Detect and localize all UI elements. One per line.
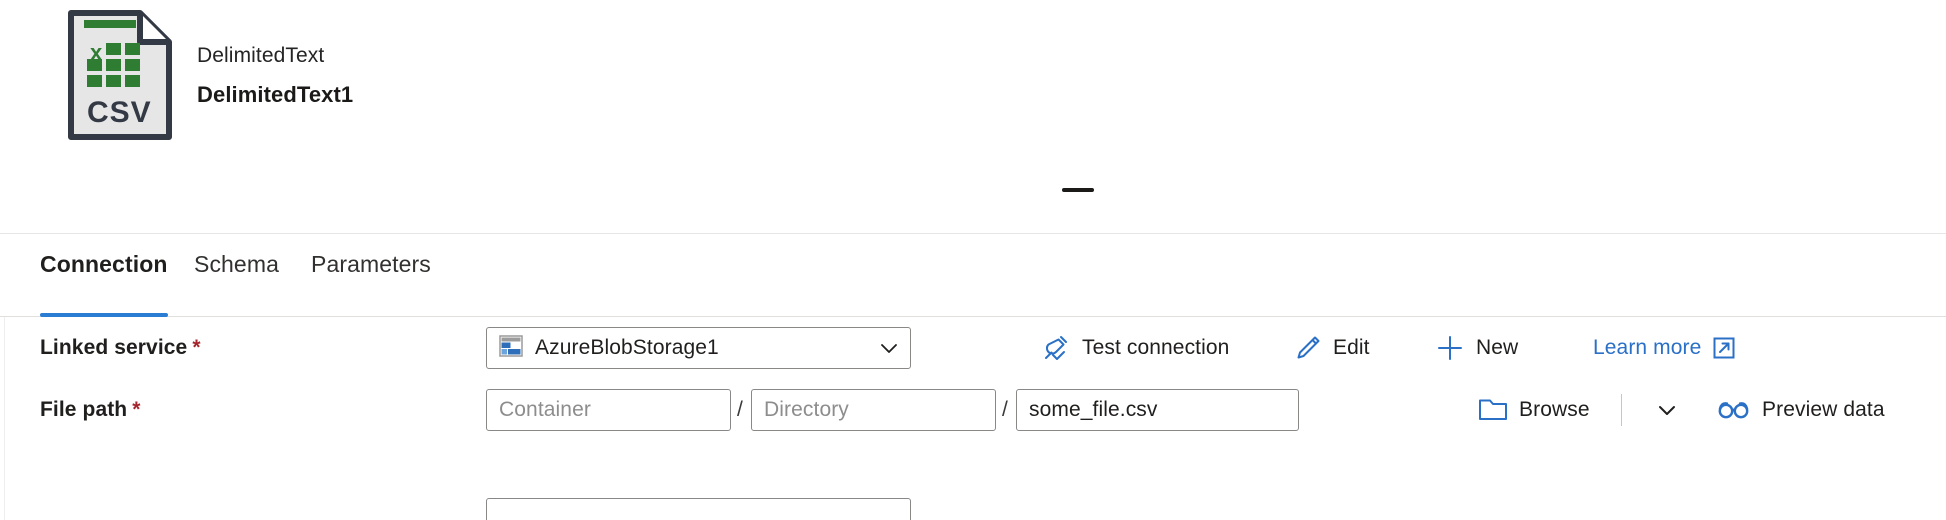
test-connection-button[interactable]: Test connection [1041,333,1229,363]
dataset-properties-panel: x CSV DelimitedText DelimitedText1 Conne… [0,0,1946,520]
external-link-icon [1712,336,1736,360]
chevron-down-icon[interactable] [876,335,902,361]
directory-input[interactable]: Directory [751,389,996,431]
preview-data-button[interactable]: Preview data [1717,398,1885,422]
linked-service-label: Linked service * [40,336,201,359]
tab-connection-label: Connection [40,251,168,277]
test-connection-label: Test connection [1082,336,1230,359]
file-name-input[interactable]: some_file.csv [1016,389,1299,431]
file-path-label: File path * [40,398,141,421]
plus-icon [1435,333,1465,363]
browse-chevron-down-icon[interactable] [1645,393,1689,427]
path-separator: / [1002,398,1008,421]
edit-label: Edit [1333,336,1370,359]
tab-parameters[interactable]: Parameters [311,251,431,317]
required-asterisk: * [132,398,141,421]
next-field-input[interactable] [486,498,911,520]
file-path-row: File path * Container / Directory / some_… [0,379,1946,441]
linked-service-row: Linked service * AzureBlobStorage1 Test … [0,317,1946,379]
dataset-type-label: DelimitedText [197,44,325,67]
tab-connection[interactable]: Connection [40,251,168,317]
dataset-name: DelimitedText1 [197,82,354,107]
panel-resize-handle[interactable] [1062,188,1094,192]
tab-schema[interactable]: Schema [194,251,279,317]
edit-button[interactable]: Edit [1294,334,1370,362]
header-title-block: DelimitedText DelimitedText1 [197,42,353,110]
azure-blob-storage-icon [499,334,523,362]
tab-parameters-label: Parameters [311,251,431,277]
browse-button[interactable]: Browse [1478,397,1590,423]
path-separator: / [737,398,743,421]
learn-more-label: Learn more [1593,336,1702,359]
learn-more-link[interactable]: Learn more [1593,336,1736,360]
panel-header: x CSV DelimitedText DelimitedText1 [0,0,1946,234]
csv-file-icon: x CSV [68,10,172,140]
container-input[interactable]: Container [486,389,731,431]
linked-service-value: AzureBlobStorage1 [535,336,719,359]
connection-form: Linked service * AzureBlobStorage1 Test … [0,317,1946,441]
tab-bar: Connection Schema Parameters [0,235,1946,317]
toolbar-divider [1621,394,1622,426]
svg-text:CSV: CSV [87,96,152,129]
tab-schema-label: Schema [194,251,279,277]
linked-service-dropdown[interactable]: AzureBlobStorage1 [486,327,911,369]
folder-icon [1478,397,1508,423]
browse-label: Browse [1519,398,1590,421]
new-label: New [1476,336,1519,359]
new-button[interactable]: New [1435,333,1518,363]
glasses-icon [1717,399,1751,421]
pencil-edit-icon [1294,334,1322,362]
required-asterisk: * [192,336,201,359]
preview-data-label: Preview data [1762,398,1885,421]
plug-test-icon [1041,333,1071,363]
